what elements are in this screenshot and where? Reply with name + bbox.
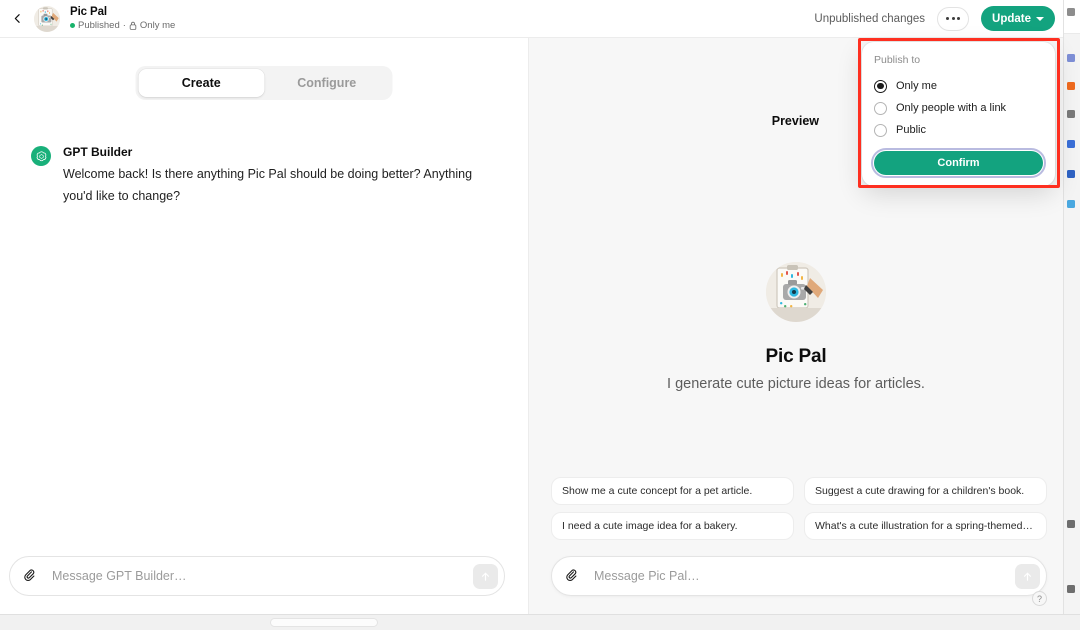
suggestion-chip-label: What's a cute illustration for a spring-… [815, 520, 1033, 532]
builder-pane: Create Configure GPT Builder Welcome bac… [0, 38, 529, 614]
suggestion-chip-label: I need a cute image idea for a bakery. [562, 520, 738, 532]
avatar [34, 5, 60, 32]
avatar [766, 262, 826, 322]
gpt-builder-window: Pic Pal Published · Only me Unpublished … [0, 0, 1080, 630]
dot-icon [957, 17, 961, 20]
suggestion-chip-label: Show me a cute concept for a pet article… [562, 485, 753, 497]
builder-message-input[interactable]: Message GPT Builder… [40, 569, 473, 583]
side-icon[interactable] [1067, 110, 1075, 118]
chevron-down-icon [1036, 16, 1044, 21]
chat-message: GPT Builder Welcome back! Is there anyth… [31, 145, 491, 207]
update-button[interactable]: Update [981, 6, 1055, 31]
status-badge: Published · Only me [70, 19, 176, 31]
chevron-left-icon [14, 14, 20, 23]
publish-to-title: Publish to [874, 54, 921, 66]
dot-icon [946, 17, 950, 20]
dot-icon [951, 17, 955, 20]
side-icon[interactable] [1067, 8, 1075, 16]
confirm-button-label: Confirm [937, 157, 980, 169]
tab-create[interactable]: Create [138, 69, 264, 97]
gpt-hero: Pic Pal I generate cute picture ideas fo… [529, 262, 1063, 392]
openai-logo-icon [36, 150, 46, 161]
suggestion-chip[interactable]: I need a cute image idea for a bakery. [551, 512, 794, 540]
paperclip-icon [565, 568, 576, 581]
publish-option-link[interactable]: Only people with a link [874, 97, 1043, 119]
chat-message-text: Welcome back! Is there anything Pic Pal … [63, 167, 473, 203]
update-button-label: Update [992, 12, 1031, 25]
preview-message-input[interactable]: Message Pic Pal… [582, 569, 1015, 583]
gpt-avatar-image [766, 262, 826, 322]
attach-button[interactable] [20, 566, 40, 586]
help-button-label: ? [1036, 593, 1042, 604]
lock-icon [129, 21, 137, 30]
visibility-text: Only me [139, 19, 176, 31]
confirm-button[interactable]: Confirm [874, 151, 1043, 175]
side-icon[interactable] [1067, 520, 1075, 528]
scrollbar-thumb[interactable] [270, 618, 378, 627]
status-text: Published [78, 19, 120, 31]
tab-configure[interactable]: Configure [264, 69, 390, 97]
suggestion-chips: Show me a cute concept for a pet article… [551, 477, 1047, 540]
suggestion-chip[interactable]: Show me a cute concept for a pet article… [551, 477, 794, 505]
suggestion-chip-label: Suggest a cute drawing for a children's … [815, 485, 1025, 497]
side-panel-header [1064, 0, 1080, 34]
header-actions: Unpublished changes Update [814, 6, 1055, 31]
suggestion-chip[interactable]: What's a cute illustration for a spring-… [804, 512, 1047, 540]
gpt-name: Pic Pal [765, 346, 827, 367]
publish-option-label: Only people with a link [896, 102, 1007, 114]
tab-configure-label: Configure [297, 76, 357, 90]
back-button[interactable] [4, 6, 30, 32]
gpt-avatar-image [34, 5, 60, 32]
send-button[interactable] [1015, 563, 1040, 589]
builder-composer[interactable]: Message GPT Builder… [9, 556, 505, 596]
paperclip-icon [23, 568, 34, 581]
header-meta: Pic Pal Published · Only me [70, 6, 175, 30]
preview-label: Preview [771, 114, 819, 128]
preview-composer[interactable]: Message Pic Pal… [551, 556, 1047, 596]
radio-selected-icon[interactable] [874, 79, 887, 93]
side-icon[interactable] [1067, 170, 1075, 178]
browser-side-panel [1063, 0, 1080, 614]
side-icon[interactable] [1067, 140, 1075, 148]
horizontal-scrollbar[interactable] [0, 614, 1080, 630]
page-title: Pic Pal [70, 6, 108, 19]
publish-option-label: Public [896, 124, 926, 136]
published-dot-icon [70, 23, 75, 29]
publish-option-public[interactable]: Public [874, 119, 1043, 141]
side-icon[interactable] [1067, 54, 1075, 62]
chat-message-body: GPT Builder Welcome back! Is there anyth… [63, 145, 491, 207]
radio-unselected-icon[interactable] [874, 101, 887, 115]
publish-option-only-me[interactable]: Only me [874, 75, 1043, 97]
confirm-button-focus-ring: Confirm [871, 148, 1046, 178]
publish-to-popover: Publish to Only me Only people with a li… [862, 42, 1055, 186]
side-icon[interactable] [1067, 200, 1075, 208]
side-icon[interactable] [1067, 585, 1075, 593]
app-header: Pic Pal Published · Only me Unpublished … [0, 0, 1063, 38]
tab-create-label: Create [181, 76, 221, 90]
gpt-description: I generate cute picture ideas for articl… [667, 376, 925, 392]
send-button[interactable] [473, 563, 498, 589]
builder-tabs: Create Configure [135, 66, 393, 100]
side-icon[interactable] [1067, 82, 1075, 90]
status-separator: · [122, 19, 126, 31]
suggestion-chip[interactable]: Suggest a cute drawing for a children's … [804, 477, 1047, 505]
avatar [31, 146, 51, 166]
more-options-button[interactable] [937, 6, 970, 31]
chat-message-author: GPT Builder [63, 145, 133, 159]
attach-button[interactable] [562, 566, 582, 586]
radio-unselected-icon[interactable] [874, 123, 887, 137]
arrow-up-icon [1023, 572, 1032, 581]
publish-option-label: Only me [896, 80, 937, 92]
unpublished-changes-text: Unpublished changes [814, 12, 926, 25]
arrow-up-icon [481, 572, 490, 581]
help-button[interactable]: ? [1032, 591, 1047, 606]
